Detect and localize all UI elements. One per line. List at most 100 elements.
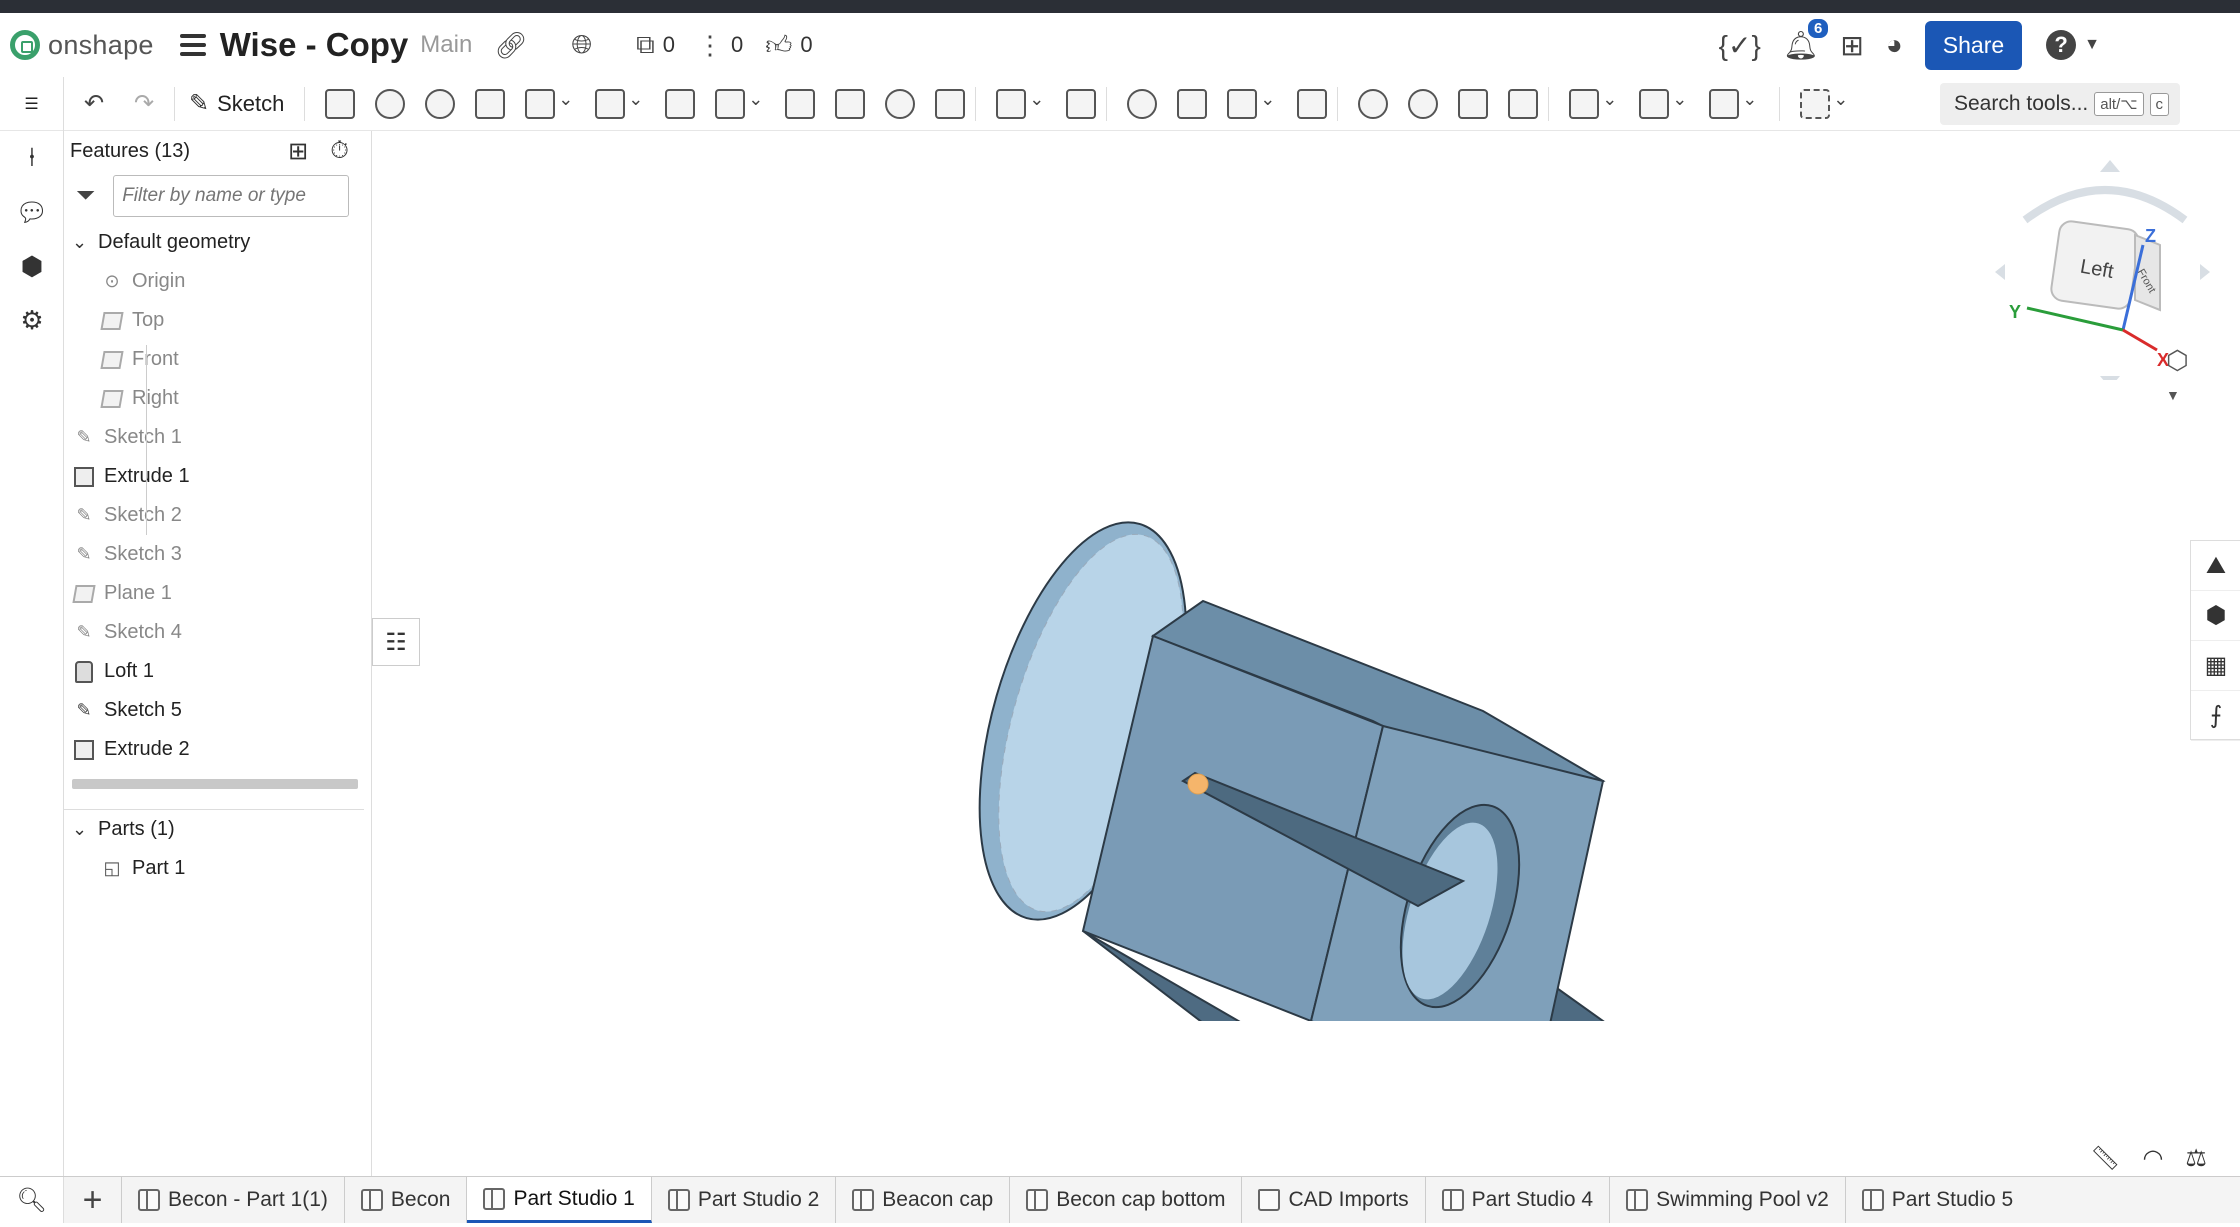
view-cube-arrow-right[interactable] [2200, 264, 2210, 280]
view-cube-arrow-down[interactable] [2100, 376, 2120, 380]
app-store-icon[interactable]: ⊞ [1840, 29, 1863, 62]
thread-tool-icon[interactable] [935, 88, 966, 119]
variables-warning-icon[interactable]: ⚙︎ [0, 293, 64, 347]
rollback-timer-icon[interactable]: ⏱︎ [330, 137, 349, 166]
split-tool-icon[interactable] [1177, 88, 1208, 119]
rib-tool-icon[interactable] [785, 88, 816, 119]
section-view-icon[interactable]: ◠ [2142, 1144, 2163, 1173]
branches-icon[interactable]: ⋮ [697, 30, 723, 61]
sweep-tool-icon[interactable] [425, 88, 456, 119]
chevron-down-icon[interactable]: ⌄ [72, 819, 87, 840]
mirror-tool-icon[interactable] [1066, 88, 1097, 119]
part-item[interactable]: ◱ Part 1 [72, 849, 185, 888]
tab-part-studio-2[interactable]: Part Studio 2 [652, 1177, 837, 1223]
selection-point[interactable] [1187, 773, 1209, 795]
feature-list-scrollbar[interactable] [72, 779, 358, 789]
redo-icon[interactable]: ↷ [124, 84, 164, 124]
find-tabs-icon[interactable]: 🔍︎ [0, 1177, 64, 1223]
comments-icon[interactable]: 💬︎ [0, 185, 64, 239]
view-cube-arrow-left[interactable] [1995, 264, 2005, 280]
parts-group[interactable]: ⌄ Parts (1) [72, 810, 185, 849]
modify-fillet-tool-icon[interactable] [1358, 88, 1389, 119]
filter-icon[interactable]: ⏷ [76, 182, 95, 210]
boolean-tool-icon[interactable] [1127, 88, 1158, 119]
draft-tool-icon[interactable] [715, 88, 763, 119]
configurations-icon[interactable]: ⬢ [0, 239, 64, 293]
delete-part-tool-icon[interactable] [1297, 88, 1328, 119]
measure-icon[interactable]: 📏︎ [2090, 1144, 2120, 1173]
3d-model[interactable] [973, 461, 1633, 1021]
add-custom-feature-icon[interactable] [1800, 88, 1848, 119]
tab-becon-part-1-1[interactable]: Becon - Part 1(1) [122, 1177, 345, 1223]
like-icon[interactable]: 👍︎ [765, 30, 792, 61]
document-title[interactable]: Wise - Copy [220, 26, 409, 64]
menu-icon[interactable] [179, 34, 206, 56]
tree-item-loft-1[interactable]: Loft 1 [72, 652, 371, 691]
tree-item-extrude-1[interactable]: Extrude 1 [72, 457, 371, 496]
tab-becon[interactable]: Becon [345, 1177, 468, 1223]
tab-cad-imports[interactable]: CAD Imports [1242, 1177, 1426, 1223]
add-folder-icon[interactable]: ⊞ [288, 137, 308, 166]
frame-tool-icon[interactable] [1709, 88, 1757, 119]
onshape-logo[interactable]: onshape [10, 30, 154, 61]
tab-becon-cap-bottom[interactable]: Becon cap bottom [1010, 1177, 1243, 1223]
thicken-tool-icon[interactable] [525, 88, 573, 119]
undo-icon[interactable]: ↶ [74, 84, 114, 124]
view-cube-orbit-arc[interactable] [2022, 186, 2188, 224]
add-tab-icon[interactable]: + [64, 1177, 122, 1223]
tree-item-right[interactable]: Right [72, 379, 371, 418]
search-tools-input[interactable]: Search tools... alt/⌥ c [1940, 83, 2180, 125]
fillet-tool-icon[interactable] [595, 88, 643, 119]
replace-face-tool-icon[interactable] [1508, 88, 1539, 119]
loft-tool-icon[interactable] [475, 88, 506, 119]
move-face-tool-icon[interactable] [1458, 88, 1489, 119]
part-properties-icon[interactable]: ⬢ [2191, 591, 2240, 641]
view-cube-arrow-up[interactable] [2100, 160, 2120, 172]
tree-item-origin[interactable]: ⊙ Origin [72, 262, 371, 301]
custom-table-icon[interactable]: ⨍ [2191, 691, 2240, 741]
tab-beacon-cap[interactable]: Beacon cap [836, 1177, 1011, 1223]
versions-icon[interactable]: ⧉ [636, 29, 655, 61]
revolve-tool-icon[interactable] [375, 88, 406, 119]
tree-item-sketch-5[interactable]: ✎ Sketch 5 [72, 691, 371, 730]
tree-item-front[interactable]: Front [72, 340, 371, 379]
globe-icon[interactable]: 🌐︎ [571, 29, 592, 61]
sketch-button[interactable]: ✎ Sketch [189, 89, 284, 118]
feature-filter-input[interactable] [113, 175, 350, 217]
tree-item-extrude-2[interactable]: Extrude 2 [72, 730, 371, 769]
insert-feature-icon[interactable]: ⍿ [0, 131, 64, 185]
chevron-down-icon[interactable]: ⌄ [72, 232, 87, 253]
variables-icon[interactable]: {✓} [1719, 29, 1761, 62]
tree-item-sketch-2[interactable]: ✎ Sketch 2 [72, 496, 371, 535]
tree-item-top[interactable]: Top [72, 301, 371, 340]
notifications-bell-icon[interactable]: 🔔︎ 6 [1783, 18, 1829, 62]
graphics-viewport[interactable]: Left Front Z Y X ⬡ ▼ [373, 131, 2210, 1176]
branch-name[interactable]: Main [420, 31, 472, 59]
tab-swimming-pool-v2[interactable]: Swimming Pool v2 [1610, 1177, 1846, 1223]
tree-item-sketch-4[interactable]: ✎ Sketch 4 [72, 613, 371, 652]
pattern-tool-icon[interactable] [996, 88, 1044, 119]
plane-tool-icon[interactable] [1569, 88, 1617, 119]
tab-part-studio-1[interactable]: Part Studio 1 [467, 1177, 652, 1223]
shell-tool-icon[interactable] [835, 88, 866, 119]
sheet-metal-tool-icon[interactable] [1639, 88, 1687, 119]
mass-properties-scale-icon[interactable]: ⚖︎ [2185, 1144, 2207, 1173]
appearance-icon[interactable]: ⛰︎ [2191, 541, 2240, 591]
chamfer-tool-icon[interactable] [665, 88, 696, 119]
delete-face-tool-icon[interactable] [1408, 88, 1439, 119]
tab-part-studio-4[interactable]: Part Studio 4 [1426, 1177, 1611, 1223]
help-icon[interactable]: ? [2046, 30, 2077, 60]
mass-properties-icon[interactable]: ▦ [2191, 641, 2240, 691]
tree-item-sketch-1[interactable]: ✎ Sketch 1 [72, 418, 371, 457]
learning-center-icon[interactable]: ◕ [1886, 29, 1903, 61]
tab-part-studio-5[interactable]: Part Studio 5 [1846, 1177, 2029, 1223]
tree-item-sketch-3[interactable]: ✎ Sketch 3 [72, 535, 371, 574]
transform-tool-icon[interactable] [1227, 88, 1275, 119]
default-geometry-group[interactable]: ⌄ Default geometry [72, 223, 371, 262]
help-caret-icon[interactable]: ▼ [2084, 36, 2100, 54]
extrude-tool-icon[interactable] [325, 88, 356, 119]
link-icon[interactable]: 🔗︎ [494, 30, 527, 61]
feature-list-toggle-icon[interactable]: ☰ [0, 76, 64, 131]
tree-item-plane-1[interactable]: Plane 1 [72, 574, 371, 613]
hole-tool-icon[interactable] [885, 88, 916, 119]
